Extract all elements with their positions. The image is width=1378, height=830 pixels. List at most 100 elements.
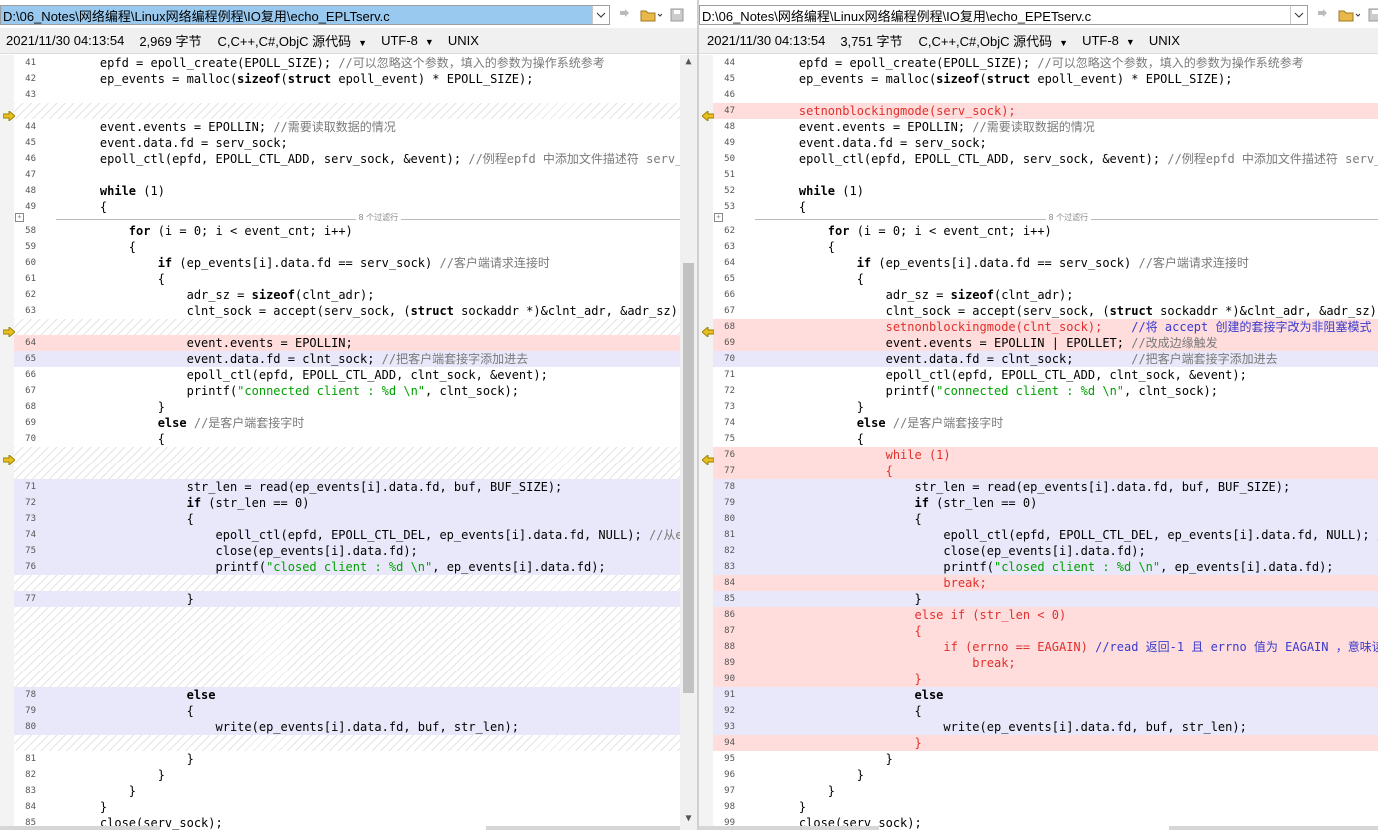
code-line[interactable]: 84 break; — [713, 575, 1378, 591]
code-line[interactable]: 85 } — [713, 591, 1378, 607]
code-line[interactable]: 44 epfd = epoll_create(EPOLL_SIZE); //可以… — [713, 55, 1378, 71]
code-line[interactable]: 59 { — [14, 239, 697, 255]
code-line[interactable]: 79 if (str_len == 0) — [713, 495, 1378, 511]
left-hscroll-a[interactable] — [0, 826, 160, 830]
code-line[interactable] — [14, 655, 697, 671]
code-line[interactable]: 41 epfd = epoll_create(EPOLL_SIZE); //可以… — [14, 55, 697, 71]
code-line[interactable]: 92 { — [713, 703, 1378, 719]
code-line[interactable]: 80 write(ep_events[i].data.fd, buf, str_… — [14, 719, 697, 735]
code-line[interactable]: 69 event.events = EPOLLIN | EPOLLET; //改… — [713, 335, 1378, 351]
code-line[interactable] — [14, 463, 697, 479]
diff-arrow-left-icon[interactable] — [701, 450, 715, 467]
code-line[interactable]: 83 printf("closed client : %d \n", ep_ev… — [713, 559, 1378, 575]
right-hscroll-b[interactable] — [1169, 826, 1378, 830]
code-line[interactable]: 65 event.data.fd = clnt_sock; //把客户端套接字添… — [14, 351, 697, 367]
code-line[interactable]: 48 event.events = EPOLLIN; //需要读取数据的情况 — [713, 119, 1378, 135]
code-line[interactable] — [14, 671, 697, 687]
code-line[interactable]: 66 adr_sz = sizeof(clnt_adr); — [713, 287, 1378, 303]
fold-marker[interactable]: +8 个过滤行 — [713, 213, 1378, 222]
code-line[interactable]: 65 { — [713, 271, 1378, 287]
right-encoding-select[interactable]: UTF-8 ▼ — [1082, 33, 1135, 48]
code-line[interactable]: 58 for (i = 0; i < event_cnt; i++) — [14, 223, 697, 239]
diff-arrow-right-icon[interactable] — [2, 450, 16, 467]
diff-arrow-right-icon[interactable] — [2, 106, 16, 123]
code-line[interactable] — [14, 447, 697, 463]
save-icon[interactable] — [666, 5, 688, 25]
code-line[interactable]: 76 printf("closed client : %d \n", ep_ev… — [14, 559, 697, 575]
code-line[interactable]: 82 close(ep_events[i].data.fd); — [713, 543, 1378, 559]
diff-arrow-left-icon[interactable] — [701, 106, 715, 123]
code-line[interactable]: 43 — [14, 87, 697, 103]
code-line[interactable]: 84 } — [14, 799, 697, 815]
open-folder-icon[interactable] — [1338, 5, 1360, 25]
expand-icon[interactable]: + — [15, 213, 24, 222]
refresh-icon[interactable] — [614, 5, 636, 25]
diff-arrow-left-icon[interactable] — [701, 322, 715, 339]
code-line[interactable]: 67 clnt_sock = accept(serv_sock, (struct… — [713, 303, 1378, 319]
code-line[interactable]: 97 } — [713, 783, 1378, 799]
left-code-area[interactable]: 41 epfd = epoll_create(EPOLL_SIZE); //可以… — [14, 55, 697, 830]
code-line[interactable]: 64 if (ep_events[i].data.fd == serv_sock… — [713, 255, 1378, 271]
code-line[interactable]: 63 { — [713, 239, 1378, 255]
code-line[interactable]: 69 else //是客户端套接字时 — [14, 415, 697, 431]
open-folder-icon[interactable] — [640, 5, 662, 25]
code-line[interactable]: 62 for (i = 0; i < event_cnt; i++) — [713, 223, 1378, 239]
code-line[interactable]: 98 } — [713, 799, 1378, 815]
left-encoding-select[interactable]: UTF-8 ▼ — [381, 33, 434, 48]
fold-marker[interactable]: +8 个过滤行 — [14, 213, 697, 222]
right-hscroll-a[interactable] — [699, 826, 879, 830]
code-line[interactable]: 42 ep_events = malloc(sizeof(struct epol… — [14, 71, 697, 87]
code-line[interactable]: 46 — [713, 87, 1378, 103]
code-line[interactable]: 45 event.data.fd = serv_sock; — [14, 135, 697, 151]
code-line[interactable]: 48 while (1) — [14, 183, 697, 199]
code-line[interactable]: 47 setnonblockingmode(serv_sock); — [713, 103, 1378, 119]
code-line[interactable]: 77 { — [713, 463, 1378, 479]
code-line[interactable]: 70 event.data.fd = clnt_sock; //把客户端套接字添… — [713, 351, 1378, 367]
chevron-down-icon[interactable] — [1290, 6, 1307, 24]
left-path-input[interactable]: D:\06_Notes\网络编程\Linux网络编程例程\IO复用\echo_E… — [0, 5, 610, 25]
code-line[interactable]: 74 epoll_ctl(epfd, EPOLL_CTL_DEL, ep_eve… — [14, 527, 697, 543]
left-language-select[interactable]: C,C++,C#,ObjC 源代码 ▼ — [217, 31, 367, 50]
code-line[interactable]: 67 printf("connected client : %d \n", cl… — [14, 383, 697, 399]
code-line[interactable]: 66 epoll_ctl(epfd, EPOLL_CTL_ADD, clnt_s… — [14, 367, 697, 383]
code-line[interactable]: 72 if (str_len == 0) — [14, 495, 697, 511]
right-language-select[interactable]: C,C++,C#,ObjC 源代码 ▼ — [918, 31, 1068, 50]
scroll-up-icon[interactable]: ▲ — [680, 55, 697, 69]
code-line[interactable]: 96 } — [713, 767, 1378, 783]
code-line[interactable]: 79 { — [14, 703, 697, 719]
left-vertical-scrollbar[interactable]: ▲ ▼ — [680, 55, 697, 830]
code-line[interactable]: 51 — [713, 167, 1378, 183]
code-line[interactable] — [14, 103, 697, 119]
code-line[interactable] — [14, 623, 697, 639]
code-line[interactable]: 60 if (ep_events[i].data.fd == serv_sock… — [14, 255, 697, 271]
left-hscroll-b[interactable] — [486, 826, 680, 830]
code-line[interactable]: 76 while (1) — [713, 447, 1378, 463]
code-line[interactable]: 91 else — [713, 687, 1378, 703]
scroll-down-icon[interactable]: ▼ — [680, 812, 697, 826]
refresh-icon[interactable] — [1312, 5, 1334, 25]
code-line[interactable]: 86 else if (str_len < 0) — [713, 607, 1378, 623]
code-line[interactable]: 78 else — [14, 687, 697, 703]
code-line[interactable]: 45 ep_events = malloc(sizeof(struct epol… — [713, 71, 1378, 87]
code-line[interactable]: 53 { — [713, 199, 1378, 215]
code-line[interactable]: 50 epoll_ctl(epfd, EPOLL_CTL_ADD, serv_s… — [713, 151, 1378, 167]
code-line[interactable]: 88 if (errno == EAGAIN) //read 返回-1 且 er… — [713, 639, 1378, 655]
code-line[interactable] — [14, 639, 697, 655]
code-line[interactable]: 83 } — [14, 783, 697, 799]
code-line[interactable]: 64 event.events = EPOLLIN; — [14, 335, 697, 351]
code-line[interactable]: 82 } — [14, 767, 697, 783]
code-line[interactable]: 68 } — [14, 399, 697, 415]
code-line[interactable]: 68 setnonblockingmode(clnt_sock); //将 ac… — [713, 319, 1378, 335]
code-line[interactable]: 93 write(ep_events[i].data.fd, buf, str_… — [713, 719, 1378, 735]
code-line[interactable] — [14, 607, 697, 623]
code-line[interactable] — [14, 575, 697, 591]
code-line[interactable]: 70 { — [14, 431, 697, 447]
code-line[interactable]: 94 } — [713, 735, 1378, 751]
code-line[interactable]: 62 adr_sz = sizeof(clnt_adr); — [14, 287, 697, 303]
code-line[interactable]: 89 break; — [713, 655, 1378, 671]
save-icon[interactable] — [1364, 5, 1378, 25]
code-line[interactable]: 73 } — [713, 399, 1378, 415]
code-line[interactable]: 73 { — [14, 511, 697, 527]
chevron-down-icon[interactable] — [592, 6, 609, 24]
code-line[interactable]: 44 event.events = EPOLLIN; //需要读取数据的情况 — [14, 119, 697, 135]
